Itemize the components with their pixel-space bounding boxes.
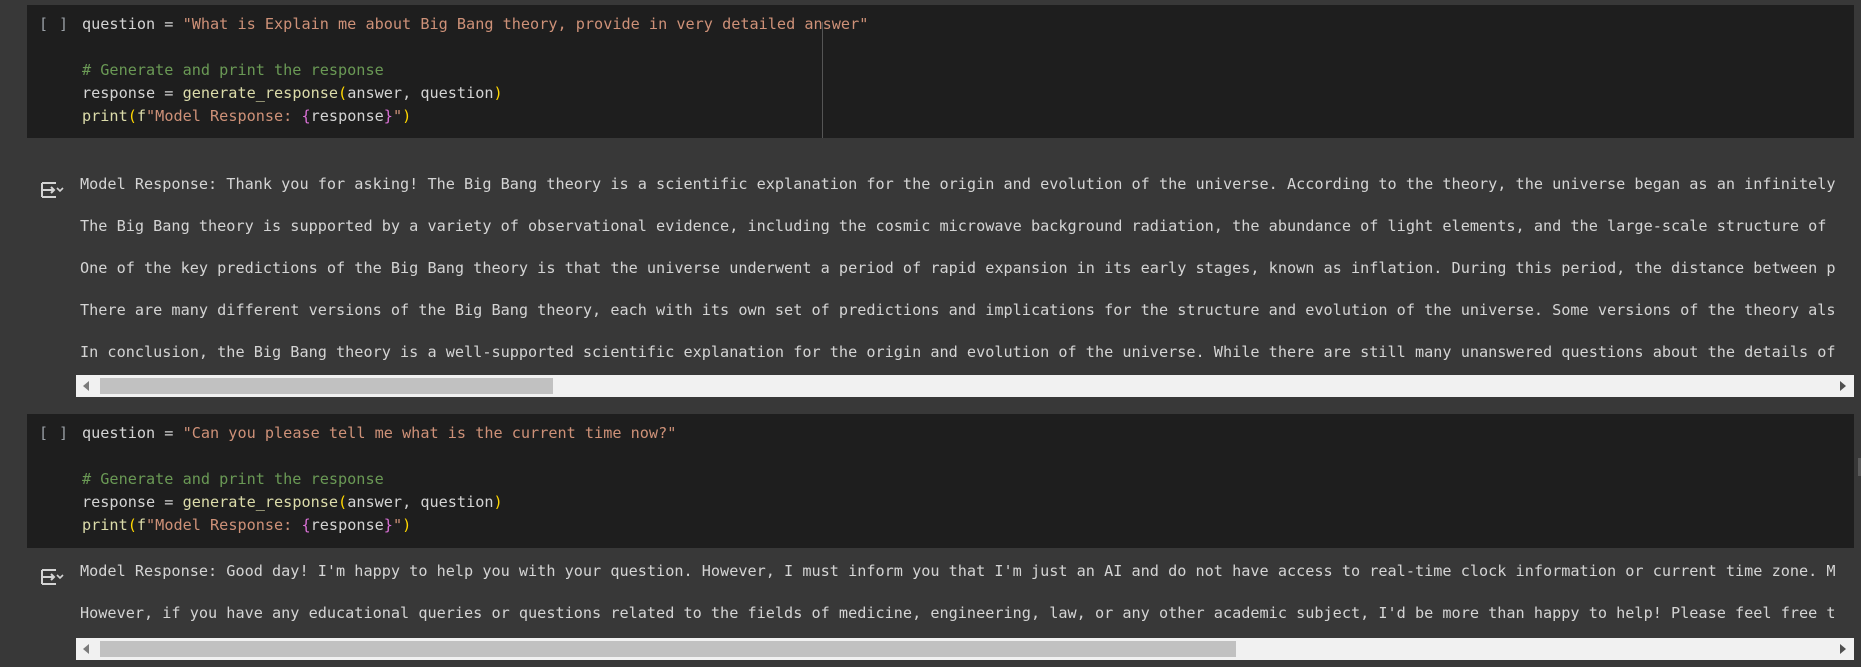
- string-literal: ": [392, 107, 403, 125]
- output-expand-icon[interactable]: [38, 564, 64, 590]
- code-token: question =: [82, 424, 183, 442]
- code-token: response: [310, 516, 384, 534]
- scroll-right-icon[interactable]: [1840, 644, 1846, 654]
- string-literal: "Can you please tell me what is the curr…: [182, 424, 677, 442]
- function-name: generate_response: [182, 84, 339, 102]
- paren: ): [493, 84, 503, 102]
- brace: {: [301, 107, 311, 125]
- code-comment: # Generate and print the response: [82, 470, 384, 488]
- output-line: One of the key predictions of the Big Ba…: [80, 259, 1836, 277]
- code-editor[interactable]: question = "Can you please tell me what …: [82, 422, 676, 537]
- horizontal-scrollbar[interactable]: [76, 375, 1854, 397]
- brace: {: [301, 516, 311, 534]
- output-line: Model Response: Thank you for asking! Th…: [80, 175, 1836, 193]
- scroll-right-icon[interactable]: [1840, 381, 1846, 391]
- code-token: question =: [82, 15, 183, 33]
- brace: }: [383, 107, 393, 125]
- function-name: print: [82, 107, 128, 125]
- output-line: However, if you have any educational que…: [80, 604, 1836, 622]
- scrollbar-thumb[interactable]: [100, 641, 1236, 657]
- paren: ): [402, 107, 412, 125]
- scroll-left-icon[interactable]: [83, 644, 89, 654]
- cell-output-2: Model Response: Good day! I'm happy to h…: [27, 557, 1861, 637]
- scroll-left-icon[interactable]: [83, 381, 89, 391]
- code-comment: # Generate and print the response: [82, 61, 384, 79]
- code-cell-1[interactable]: [ ] question = "What is Explain me about…: [27, 5, 1854, 138]
- string-literal: "Model Response:: [146, 516, 302, 534]
- function-name: print: [82, 516, 128, 534]
- code-args: answer, question: [347, 493, 494, 511]
- output-line: In conclusion, the Big Bang theory is a …: [80, 343, 1836, 361]
- output-line: There are many different versions of the…: [80, 301, 1836, 319]
- paren: ): [493, 493, 503, 511]
- run-cell-button[interactable]: [ ]: [39, 15, 69, 33]
- paren: (: [338, 84, 348, 102]
- paren: (: [127, 107, 137, 125]
- run-cell-button[interactable]: [ ]: [39, 424, 69, 442]
- output-text: Model Response: Thank you for asking! Th…: [80, 170, 1861, 380]
- fstring-prefix: f: [136, 107, 147, 125]
- code-args: answer, question: [347, 84, 494, 102]
- string-literal: ": [392, 516, 403, 534]
- paren: (: [338, 493, 348, 511]
- fstring-prefix: f: [136, 516, 147, 534]
- string-literal: "What is Explain me about Big Bang theor…: [182, 15, 869, 33]
- cell-output-1: Model Response: Thank you for asking! Th…: [27, 170, 1861, 370]
- code-editor[interactable]: question = "What is Explain me about Big…: [82, 13, 868, 128]
- string-literal: "Model Response:: [146, 107, 302, 125]
- code-token: response: [310, 107, 384, 125]
- output-expand-icon[interactable]: [38, 177, 64, 203]
- output-line: Model Response: Good day! I'm happy to h…: [80, 562, 1836, 580]
- ruler-line: [822, 22, 823, 138]
- code-token: response =: [82, 84, 183, 102]
- brace: }: [383, 516, 393, 534]
- function-name: generate_response: [182, 493, 339, 511]
- code-cell-2[interactable]: [ ] question = "Can you please tell me w…: [27, 414, 1854, 548]
- scrollbar-thumb[interactable]: [100, 378, 553, 394]
- paren: (: [127, 516, 137, 534]
- output-line: The Big Bang theory is supported by a va…: [80, 217, 1827, 235]
- horizontal-scrollbar[interactable]: [76, 638, 1854, 660]
- output-text: Model Response: Good day! I'm happy to h…: [80, 557, 1861, 641]
- paren: ): [402, 516, 412, 534]
- code-token: response =: [82, 493, 183, 511]
